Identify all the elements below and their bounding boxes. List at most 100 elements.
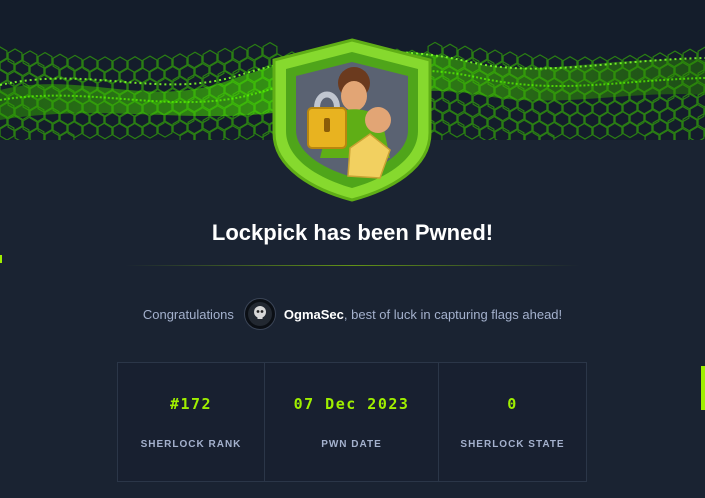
hex-cell <box>0 123 15 141</box>
hex-cell <box>457 45 473 63</box>
hex-cell <box>37 117 53 136</box>
hex-cell <box>157 120 173 138</box>
stat-label: SHERLOCK RANK <box>140 438 242 450</box>
hex-cell <box>22 116 38 134</box>
hex-cell <box>487 115 503 133</box>
hex-cell <box>239 56 255 75</box>
hex-cell <box>14 59 30 77</box>
hex-cell <box>487 49 503 67</box>
hex-cell <box>194 62 210 80</box>
lockpick-badge-icon <box>272 38 432 202</box>
congrats-message: Congratulations OgmaSec , best of luck i… <box>0 298 705 330</box>
hex-cell <box>7 48 23 66</box>
hex-cell <box>67 120 83 139</box>
hex-cell <box>209 60 225 78</box>
hex-cell <box>97 56 113 74</box>
hex-cell <box>577 100 593 118</box>
hex-cell <box>637 119 653 137</box>
hex-cell <box>67 54 83 73</box>
hex-cell <box>517 118 533 137</box>
hex-cell <box>202 49 218 67</box>
hex-cell <box>682 92 698 110</box>
stat-value: 0 <box>507 394 518 413</box>
hex-cell <box>134 67 150 85</box>
hex-cell <box>607 121 623 140</box>
hex-cell <box>172 119 188 137</box>
username-link[interactable]: OgmaSec <box>284 307 344 322</box>
hex-cell <box>659 107 675 125</box>
edge-marker <box>0 255 2 263</box>
hex-cell <box>187 117 203 135</box>
hex-cell <box>562 122 578 140</box>
hex-cell <box>217 113 233 132</box>
stats-panel: #172 SHERLOCK RANK 07 Dec 2023 PWN DATE … <box>117 362 587 482</box>
stat-state: 0 SHERLOCK STATE <box>438 363 586 481</box>
hex-cell <box>629 109 645 128</box>
congrats-suffix: , best of luck in capturing flags ahead! <box>343 306 563 322</box>
avatar[interactable] <box>243 298 276 330</box>
hex-cell <box>44 62 60 81</box>
side-tab[interactable] <box>701 366 705 410</box>
hex-cell <box>472 47 488 65</box>
hex-cell <box>52 53 68 71</box>
hex-cell <box>179 64 195 82</box>
hex-cell <box>652 118 668 136</box>
hex-cell <box>434 96 450 115</box>
hex-cell <box>82 121 98 139</box>
hex-cell <box>82 55 98 73</box>
hex-cell <box>547 99 563 117</box>
hex-cell <box>509 106 525 124</box>
hex-cell <box>592 122 608 140</box>
hex-cell <box>667 116 683 134</box>
hex-cell <box>577 122 593 140</box>
hex-cell <box>0 57 15 75</box>
hex-cell <box>224 124 240 143</box>
hex-cell <box>614 110 630 129</box>
hex-cell <box>479 102 495 120</box>
hex-cell <box>479 124 495 142</box>
hex-cell <box>52 119 68 137</box>
congrats-prefix: Congratulations <box>142 306 234 322</box>
hex-cell <box>112 56 128 74</box>
hex-cell <box>97 122 113 140</box>
hex-cell <box>599 111 615 129</box>
page-title: Lockpick has been Pwned! <box>211 220 494 245</box>
hex-cell <box>449 98 465 116</box>
hex-cell <box>464 100 480 118</box>
hex-cell <box>562 100 578 118</box>
divider <box>125 265 580 266</box>
hex-cell <box>644 108 660 126</box>
stat-label: PWN DATE <box>321 438 382 450</box>
stat-value: #172 <box>169 394 213 413</box>
skull-icon <box>247 302 272 326</box>
hex-cell <box>119 67 135 85</box>
hex-cell <box>449 120 465 138</box>
hex-cell <box>254 120 270 139</box>
hex-cell <box>667 94 683 112</box>
hex-cell <box>494 104 510 122</box>
hex-cell <box>434 118 450 137</box>
hex-cell <box>502 51 518 69</box>
hex-cell <box>149 66 165 84</box>
hex-cell <box>517 52 533 71</box>
stat-rank: #172 SHERLOCK RANK <box>118 363 264 481</box>
hex-cell <box>547 121 563 139</box>
hex-cell <box>622 120 638 139</box>
hex-cell <box>502 117 518 135</box>
hex-cell <box>674 105 690 123</box>
hex-cell <box>472 113 488 131</box>
hex-cell <box>239 122 255 141</box>
hex-cell <box>532 98 548 116</box>
hex-cell <box>119 111 135 129</box>
hex-cell <box>442 109 458 127</box>
hex-cell <box>202 115 218 133</box>
stat-value: 07 Dec 2023 <box>293 394 410 413</box>
hex-cell <box>29 61 45 79</box>
hex-cell <box>682 114 698 132</box>
stat-label: SHERLOCK STATE <box>460 438 565 450</box>
hex-cell <box>247 43 263 62</box>
hex-cell <box>112 122 128 140</box>
hex-cell <box>22 50 38 68</box>
hex-cell <box>37 51 53 70</box>
hex-cell <box>127 122 143 140</box>
